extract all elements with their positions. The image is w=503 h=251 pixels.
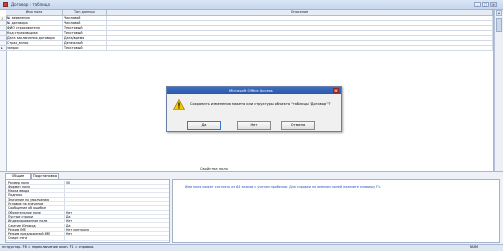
primary-key-icon: ⚷ <box>1 16 4 21</box>
property-value[interactable] <box>64 236 170 240</box>
field-properties-title: Свойства поля <box>200 167 228 171</box>
dialog-titlebar: Microsoft Office Access <box>167 87 341 94</box>
property-value[interactable]: Да <box>64 214 170 219</box>
minimize-button[interactable]: – <box>474 2 481 7</box>
property-list: Размер поля 50 Формат поля Маска ввода По… <box>5 179 170 243</box>
table-icon <box>3 2 8 7</box>
property-value[interactable]: Нет контроля <box>64 227 170 232</box>
dialog-title: Microsoft Office Access <box>229 88 273 93</box>
property-value[interactable] <box>64 197 170 201</box>
status-text: нструктор. F6 = переключение окон. F1 = … <box>2 245 95 249</box>
data-type-cell[interactable]: Текстовый <box>63 46 107 51</box>
close-button[interactable]: × <box>490 2 497 7</box>
property-value[interactable] <box>64 184 170 189</box>
property-value[interactable] <box>64 189 170 193</box>
dialog-close-button[interactable]: × <box>333 88 339 93</box>
save-changes-dialog: Microsoft Office Access × Сохранить изме… <box>166 86 342 132</box>
property-label: Смарт-теги <box>8 236 28 241</box>
window-title: Договор : таблица <box>11 2 50 7</box>
property-value[interactable]: Нет <box>64 210 170 214</box>
no-button[interactable]: Нет <box>237 121 271 130</box>
property-value[interactable] <box>64 202 170 206</box>
yes-button[interactable]: Да <box>187 121 221 130</box>
property-value[interactable]: 50 <box>64 180 170 184</box>
property-value[interactable]: Нет <box>64 232 170 236</box>
property-row[interactable]: Смарт-теги <box>6 236 170 241</box>
field-name-cell[interactable]: запрос <box>6 46 63 51</box>
description-cell[interactable] <box>107 46 493 51</box>
window-titlebar: Договор : таблица – □ × <box>0 0 503 10</box>
warning-icon <box>173 99 185 110</box>
property-help-text: Имя поля может состоять из 64 знаков с у… <box>185 185 382 189</box>
cancel-button[interactable]: Отмена <box>281 121 315 130</box>
maximize-button[interactable]: □ <box>482 2 489 7</box>
property-help-box: Имя поля может состоять из 64 знаков с у… <box>172 179 500 243</box>
property-value[interactable]: Нет <box>64 219 170 223</box>
table-design-window: Договор : таблица – □ × Имя поля Тип дан… <box>0 0 503 251</box>
scroll-thumb[interactable] <box>496 18 502 32</box>
num-lock-indicator: NUM <box>470 245 478 249</box>
scroll-up-icon[interactable]: ▴ <box>496 10 502 16</box>
dialog-message: Сохранить изменения макета или структуры… <box>190 102 331 106</box>
property-value[interactable]: Да <box>64 223 170 227</box>
current-row-arrow-icon: ▸ <box>1 46 3 50</box>
property-value[interactable] <box>64 193 170 197</box>
property-value[interactable] <box>64 206 170 210</box>
